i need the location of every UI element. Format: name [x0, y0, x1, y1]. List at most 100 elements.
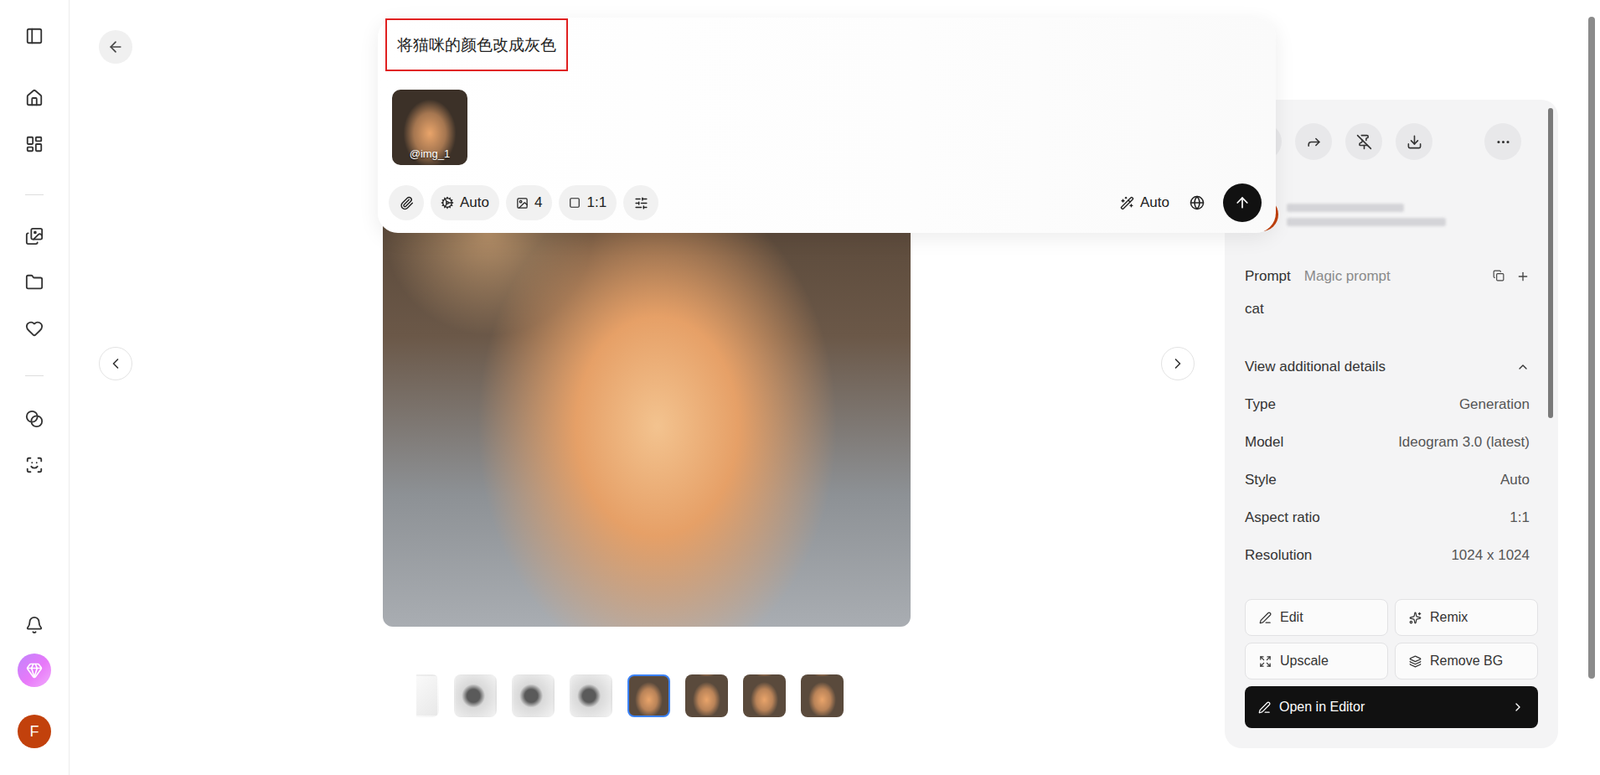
panel-scrollbar[interactable] [1548, 108, 1554, 419]
edit-icon [1259, 611, 1272, 625]
send-button[interactable] [1223, 183, 1262, 222]
magic-prompt-button[interactable]: Auto [1113, 185, 1177, 221]
count-button[interactable]: 4 [505, 185, 553, 221]
viewer-left [69, 0, 162, 775]
sidebar-divider [25, 194, 44, 196]
action-icons [1244, 123, 1539, 160]
app: F Prompt Magic prompt cat View additional de… [0, 0, 1600, 775]
author [1244, 197, 1539, 232]
thumbnail[interactable] [685, 674, 728, 718]
open-in-editor-button[interactable]: Open in Editor [1244, 686, 1539, 728]
panel-icon [25, 26, 44, 46]
settings-button[interactable] [623, 185, 659, 221]
previous-button[interactable] [98, 346, 133, 381]
remix-icon [1409, 611, 1422, 625]
main: Prompt Magic prompt cat View additional det… [69, 0, 1600, 775]
copy-icon[interactable] [1492, 269, 1505, 282]
heart-icon [25, 319, 44, 338]
detail-row: Aspect ratio1:1 [1244, 498, 1539, 537]
magic-prompt-tab[interactable]: Magic prompt [1304, 268, 1391, 285]
cog-icon [440, 196, 455, 210]
folders-link[interactable] [15, 263, 53, 301]
thumbnail[interactable] [511, 674, 555, 718]
unpin-button[interactable] [1345, 123, 1383, 160]
details-list: TypeGenerationModelIdeogram 3.0 (latest)… [1244, 385, 1539, 574]
gem-icon [25, 661, 43, 679]
arrow-left-icon [107, 38, 124, 56]
prompt-toolbar: Auto41:1Auto [385, 183, 1262, 222]
scrollbar-thumb[interactable] [1588, 16, 1595, 679]
aspect-button[interactable]: 1:1 [558, 185, 617, 221]
prompt-tab[interactable]: Prompt [1244, 268, 1291, 285]
image-icon [516, 196, 529, 210]
upscale-button[interactable]: Upscale [1244, 642, 1389, 680]
wand-icon [1120, 196, 1135, 211]
prompt-input[interactable]: 将猫咪的颜色改成灰色 [385, 18, 568, 72]
toggle-sidebar[interactable] [15, 17, 53, 55]
thumbnail[interactable] [454, 674, 497, 718]
thumbnail[interactable] [743, 674, 786, 718]
images-icon [25, 227, 44, 246]
chevron-right-icon [1511, 700, 1525, 714]
prompt-header: Prompt Magic prompt [1244, 266, 1539, 287]
thumbnail[interactable] [800, 674, 844, 718]
arrow-up-icon [1233, 194, 1251, 212]
home-icon [25, 88, 44, 108]
square-icon [568, 196, 581, 209]
creations-link[interactable] [15, 217, 53, 255]
bell-icon [25, 615, 44, 635]
user-avatar[interactable]: F [17, 714, 52, 749]
thumbnail-strip [416, 674, 844, 718]
language-button[interactable] [1182, 185, 1212, 221]
action-buttons: EditRemixUpscaleRemove BG [1244, 598, 1539, 680]
plan-badge[interactable] [17, 653, 52, 687]
attachment-thumbnail[interactable]: @img_1 [392, 89, 468, 166]
detail-row: Resolution1024 x 1024 [1244, 536, 1539, 574]
globe-icon [1189, 195, 1205, 211]
forward-button[interactable] [1295, 123, 1332, 160]
notifications-button[interactable] [15, 606, 53, 644]
sidebar: F [0, 0, 70, 775]
back-button[interactable] [98, 30, 133, 64]
detail-row: StyleAuto [1244, 460, 1539, 499]
style-button[interactable]: Auto [430, 185, 500, 221]
styles-link[interactable] [15, 400, 53, 438]
prompt-text: cat [1244, 299, 1539, 320]
details-toggle[interactable]: View additional details [1244, 356, 1539, 377]
canvas-link[interactable] [15, 125, 53, 163]
edit-icon [1258, 701, 1271, 714]
prompt-box: 将猫咪的颜色改成灰色@img_1Auto41:1Auto [377, 17, 1276, 233]
plus-icon[interactable] [1516, 269, 1530, 284]
detail-row: TypeGeneration [1244, 385, 1539, 424]
chevron-up-icon [1516, 360, 1530, 374]
more-button[interactable] [1484, 123, 1522, 160]
remove-bg-button[interactable]: Remove BG [1394, 642, 1539, 680]
download-icon [1406, 134, 1423, 150]
upscale-icon [1259, 655, 1272, 668]
folder-icon [25, 273, 44, 292]
page-scrollbar [1558, 0, 1600, 775]
next-button[interactable] [1161, 346, 1195, 381]
chevron-left-icon [107, 355, 124, 372]
thumbnail[interactable] [627, 674, 671, 718]
face-scan-icon [25, 455, 44, 475]
remix-button[interactable]: Remix [1394, 598, 1539, 636]
download-button[interactable] [1395, 123, 1433, 160]
thumbnail[interactable] [416, 674, 439, 718]
sidebar-divider [25, 375, 44, 377]
remove-bg-icon [1409, 655, 1422, 668]
home-link[interactable] [15, 79, 53, 117]
pin-off-icon [1356, 134, 1373, 150]
blend-icon [25, 409, 44, 429]
author-info-blurred [1286, 203, 1446, 227]
attach-button[interactable] [388, 185, 424, 221]
paperclip-icon [399, 196, 414, 211]
canvas-icon [25, 134, 44, 154]
forward-icon [1305, 134, 1322, 150]
attachments: @img_1 [385, 89, 1262, 166]
sliders-icon [634, 196, 649, 211]
edit-button[interactable]: Edit [1244, 598, 1389, 636]
characters-link[interactable] [15, 446, 53, 484]
thumbnail[interactable] [569, 674, 613, 718]
likes-link[interactable] [15, 309, 53, 347]
